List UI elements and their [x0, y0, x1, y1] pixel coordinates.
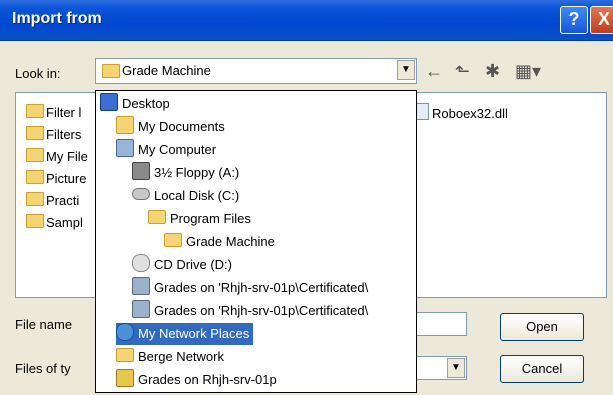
dropdown-item[interactable]: Program Files: [148, 208, 255, 230]
desktop-icon: [100, 93, 118, 111]
dropdown-item-label: Grades on Rhjh-srv-01p: [138, 372, 277, 387]
open-folder-icon: [164, 233, 182, 247]
look-in-label: Look in:: [15, 66, 61, 81]
dropdown-item[interactable]: My Computer: [116, 139, 220, 161]
list-item[interactable]: Sampl: [26, 213, 83, 233]
folder-icon: [148, 210, 166, 224]
file-label: Roboex32.dll: [432, 106, 508, 121]
file-label: Filters: [46, 127, 82, 142]
folder-icon: [26, 170, 44, 184]
file-label: My File: [46, 149, 88, 164]
network-share-icon: [132, 300, 150, 318]
list-item[interactable]: Roboex32.dll: [414, 103, 508, 123]
list-item[interactable]: Practi: [26, 191, 79, 211]
dropdown-item[interactable]: 3½ Floppy (A:): [132, 162, 243, 184]
folder-icon: [26, 126, 44, 140]
up-folder-icon[interactable]: ⬑: [455, 60, 470, 82]
dropdown-item-label: My Documents: [138, 119, 225, 134]
close-button[interactable]: X: [590, 6, 613, 34]
file-name-label: File name: [15, 317, 73, 332]
dropdown-item-label: Grades on 'Rhjh-srv-01p\Certificated\: [154, 303, 369, 318]
network-places-icon: [116, 323, 134, 341]
file-label: Filter l: [46, 105, 82, 120]
network-share-icon: [132, 277, 150, 295]
dropdown-item-label: Grades on 'Rhjh-srv-01p\Certificated\: [154, 280, 369, 295]
look-in-dropdown-arrow[interactable]: ▼: [397, 60, 415, 80]
dropdown-item-label: My Network Places: [138, 326, 250, 341]
dropdown-item-label: Berge Network: [138, 349, 224, 364]
file-label: Practi: [46, 193, 80, 208]
dropdown-item-label: 3½ Floppy (A:): [154, 165, 240, 180]
folder-icon: [26, 214, 44, 228]
help-button[interactable]: ?: [560, 6, 588, 34]
title-bar: Import from ? X: [0, 0, 613, 41]
dropdown-item[interactable]: Desktop: [100, 93, 174, 115]
dropdown-item[interactable]: Grade Machine: [164, 231, 279, 253]
dropdown-item[interactable]: Local Disk (C:): [132, 185, 243, 207]
open-button[interactable]: Open: [500, 313, 584, 341]
cancel-button[interactable]: Cancel: [500, 355, 584, 383]
look-in-combo[interactable]: Grade Machine ▼: [95, 58, 417, 84]
dropdown-item[interactable]: Grades on 'Rhjh-srv-01p\Certificated\: [132, 277, 372, 299]
file-label: Picture: [46, 171, 87, 186]
files-of-type-dropdown-arrow[interactable]: ▼: [447, 358, 465, 378]
dropdown-item-label: Program Files: [170, 211, 251, 226]
cd-drive-icon: [132, 254, 150, 272]
look-in-value: Grade Machine: [122, 63, 211, 78]
dropdown-item[interactable]: My Documents: [116, 116, 229, 138]
dropdown-item[interactable]: Grades on Rhjh-srv-01p: [116, 369, 281, 391]
folder-icon: [26, 148, 44, 162]
list-item[interactable]: Picture: [26, 169, 86, 189]
dropdown-item[interactable]: CD Drive (D:): [132, 254, 236, 276]
list-item[interactable]: Filters: [26, 125, 81, 145]
dropdown-item-label: My Computer: [138, 142, 217, 157]
folder-icon: [26, 104, 44, 118]
look-in-dropdown-list[interactable]: Desktop My Documents My Computer 3½ Floppy …: [95, 90, 417, 393]
my-computer-icon: [116, 139, 134, 157]
files-of-type-label: Files of ty: [15, 361, 71, 376]
dropdown-item-label: Grade Machine: [186, 234, 275, 249]
local-disk-icon: [132, 188, 150, 200]
list-item[interactable]: Filter l: [26, 103, 81, 123]
views-menu-icon[interactable]: ▦▾: [515, 60, 541, 82]
dropdown-item-label: Desktop: [122, 96, 170, 111]
dropdown-item-label: Local Disk (C:): [154, 188, 240, 203]
dropdown-item[interactable]: Berge Network: [116, 346, 228, 368]
dropdown-item[interactable]: Grades on 'Rhjh-srv-01p\Certificated\: [132, 300, 372, 322]
floppy-drive-icon: [132, 162, 150, 180]
folder-icon: [26, 192, 44, 206]
window-title: Import from: [12, 10, 102, 27]
back-icon[interactable]: ←: [425, 60, 443, 82]
new-folder-icon[interactable]: ✱: [485, 60, 500, 82]
open-folder-icon: [102, 64, 120, 78]
dropdown-item[interactable]: My Network Places: [116, 323, 254, 345]
file-label: Sampl: [46, 215, 83, 230]
my-documents-icon: [116, 116, 134, 134]
network-drive-icon: [116, 369, 134, 387]
folder-icon: [116, 348, 134, 362]
dropdown-item-label: CD Drive (D:): [154, 257, 232, 272]
list-item[interactable]: My File: [26, 147, 88, 167]
